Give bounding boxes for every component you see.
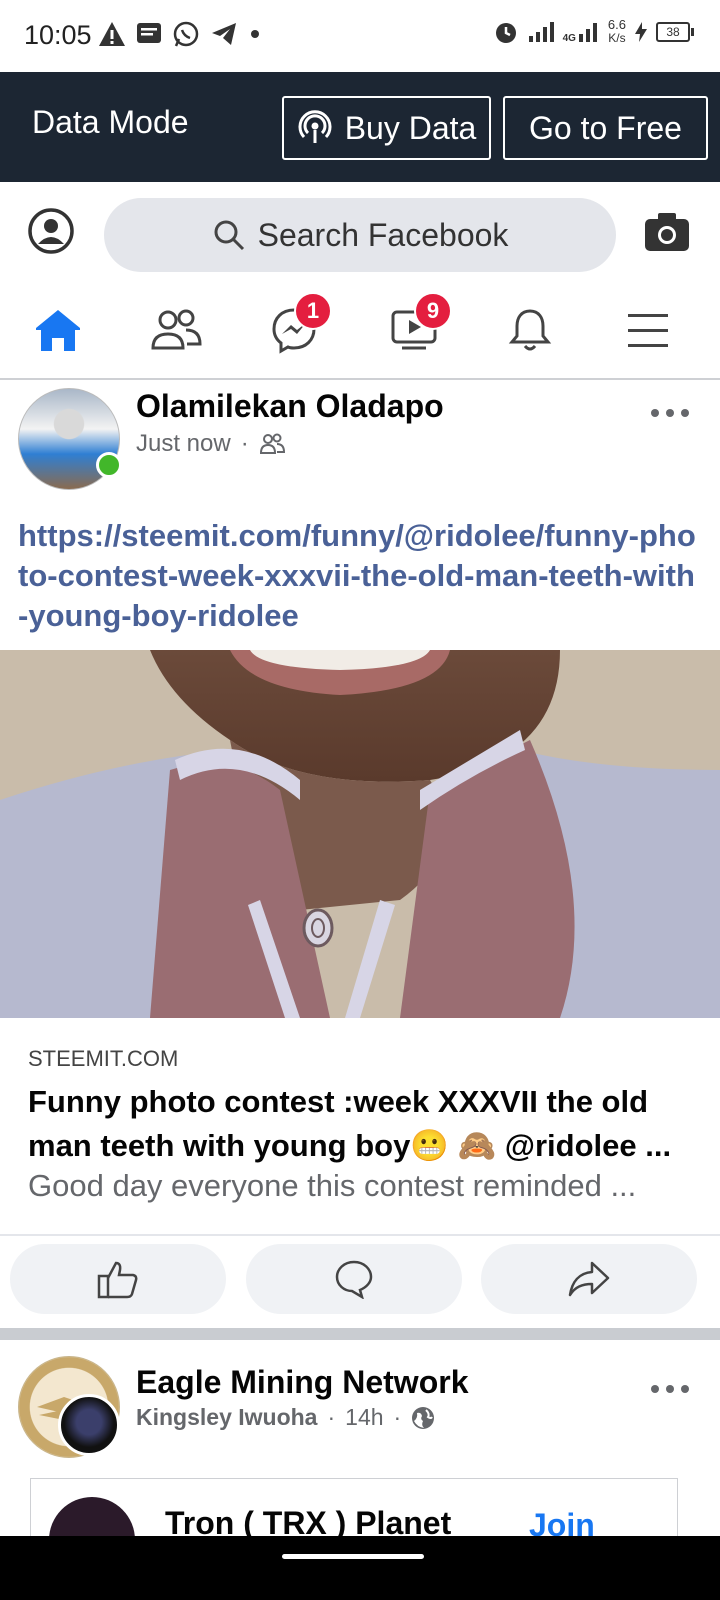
network-type: 4G (562, 32, 576, 44)
battery-icon: 38 (656, 21, 694, 42)
preview-photo (0, 650, 720, 1018)
tab-notifications[interactable] (498, 300, 562, 360)
post2-author[interactable]: Kingsley Iwuoha (136, 1404, 317, 1431)
link-description: Good day everyone this contest reminded … (28, 1168, 637, 1203)
post-header: Olamilekan Oladapo Just now · (0, 380, 720, 500)
charging-icon (635, 21, 647, 42)
broadcast-icon (298, 110, 332, 143)
search-icon (214, 220, 244, 251)
signal-icon (578, 22, 597, 42)
friends-audience-icon (259, 433, 285, 454)
status-icons-left (98, 20, 262, 48)
meta-separator: · (393, 1404, 402, 1430)
dot-icon (251, 30, 259, 38)
tab-friends[interactable] (144, 300, 208, 360)
friends-icon (151, 309, 202, 350)
poster-avatar[interactable] (58, 1394, 120, 1456)
signal-4g: 4G (563, 20, 600, 44)
tab-watch[interactable]: 9 (382, 292, 452, 360)
bell-icon (508, 309, 552, 351)
post-author[interactable]: Olamilekan Oladapo (136, 388, 444, 425)
data-mode-label: Data Mode (32, 104, 189, 140)
menu-icon (628, 314, 668, 347)
post2-time[interactable]: 14h (345, 1404, 383, 1431)
online-status-dot (96, 452, 122, 478)
whatsapp-icon (173, 21, 199, 47)
meta-separator: · (240, 430, 249, 457)
buy-data-label: Buy Data (344, 109, 477, 146)
go-to-free-button[interactable]: Go to Free (503, 96, 708, 160)
comment-button[interactable] (246, 1244, 462, 1314)
search-placeholder: Search Facebook (257, 216, 509, 253)
share-icon (568, 1261, 610, 1297)
signal-icon (528, 21, 554, 42)
tab-menu[interactable] (616, 300, 680, 360)
alarm-icon (495, 22, 516, 43)
post-actions (0, 1236, 720, 1328)
message-icon (137, 23, 161, 43)
status-icons-right: 4G 6.6 K/s 38 (493, 18, 694, 45)
search-row: Search Facebook (0, 182, 720, 282)
like-button[interactable] (10, 1244, 226, 1314)
meta-separator: · (327, 1404, 336, 1430)
post-meta: Just now · (136, 430, 285, 458)
globe-icon (412, 1406, 435, 1429)
like-icon (97, 1261, 138, 1299)
buy-data-button[interactable]: Buy Data (282, 96, 491, 160)
go-to-free-label: Go to Free (529, 109, 682, 146)
camera-icon[interactable] (644, 212, 690, 252)
status-time: 10:05 (24, 20, 92, 50)
network-speed: 6.6 K/s (608, 18, 626, 45)
speed-unit: K/s (608, 31, 626, 45)
warning-icon (99, 22, 125, 46)
home-icon (36, 310, 80, 351)
feed-separator (0, 1328, 720, 1340)
more-options-icon[interactable] (650, 1384, 690, 1394)
link-preview-image[interactable] (0, 650, 720, 1018)
system-navigation-bar (0, 1536, 720, 1600)
link-domain: STEEMIT.COM (28, 1046, 179, 1071)
post2-header: Eagle Mining Network Kingsley Iwuoha · 1… (0, 1340, 720, 1480)
post-time[interactable]: Just now (136, 430, 231, 458)
post2-meta: Kingsley Iwuoha · 14h · (136, 1404, 435, 1431)
speed-value: 6.6 (607, 17, 626, 32)
home-gesture-handle[interactable] (282, 1554, 424, 1559)
post-link-text[interactable]: https://steemit.com/funny/@ridolee/funny… (18, 516, 698, 636)
search-input[interactable]: Search Facebook (104, 198, 616, 272)
tab-messenger[interactable]: 1 (262, 292, 332, 360)
messenger-badge: 1 (294, 292, 332, 330)
link-title: Funny photo contest :week XXXVII the old… (28, 1084, 672, 1163)
telegram-icon (212, 23, 236, 45)
comment-icon (335, 1260, 373, 1299)
link-preview-card[interactable]: STEEMIT.COM Funny photo contest :week XX… (0, 1018, 720, 1236)
status-bar: 10:05 4G 6.6 K/s 38 (0, 0, 720, 72)
data-mode-bar: Data Mode Buy Data Go to Free (0, 72, 720, 182)
group-name[interactable]: Eagle Mining Network (136, 1364, 468, 1401)
watch-badge: 9 (414, 292, 452, 330)
navigation-tabs: 1 9 (0, 282, 720, 380)
tab-home[interactable] (26, 300, 90, 360)
more-options-icon[interactable] (650, 408, 690, 418)
profile-icon[interactable] (28, 208, 74, 254)
share-button[interactable] (481, 1244, 697, 1314)
